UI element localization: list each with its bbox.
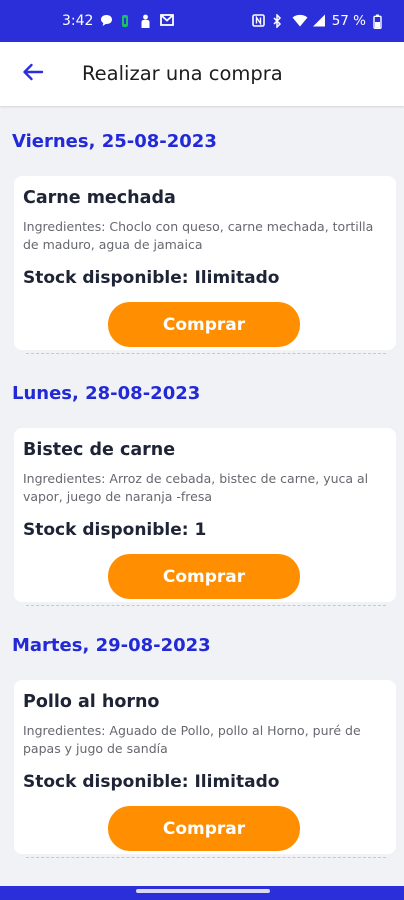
stock-label: Stock disponible: 1 [23,520,207,540]
status-right: 57 % [251,13,386,29]
dish-ingredients: Ingredientes: Choclo con queso, carne me… [23,219,374,252]
chat-icon [100,14,113,28]
menu-card: Carne mechada Ingredientes: Choclo con q… [14,176,396,350]
menu-card: Bistec de carne Ingredientes: Arroz de c… [14,428,396,602]
app-bar: Realizar una compra [0,42,404,106]
navigation-bar [0,886,404,900]
day-header: Viernes, 25-08-2023 [12,131,217,152]
status-left: 3:42 [62,13,175,29]
app-icon [120,14,133,28]
menu-card: Pollo al horno Ingredientes: Aguado de P… [14,680,396,854]
gesture-handle[interactable] [136,889,270,893]
arrow-left-icon [22,63,44,85]
signal-icon [312,14,325,28]
buy-button[interactable]: Comprar [108,806,300,851]
day-header: Lunes, 28-08-2023 [12,383,201,404]
page-title: Realizar una compra [82,62,283,85]
person-icon [140,14,153,28]
buy-button[interactable]: Comprar [108,302,300,347]
stock-label: Stock disponible: Ilimitado [23,772,280,792]
divider [26,857,386,858]
purchase-list[interactable]: Viernes, 25-08-2023 Carne mechada Ingred… [0,106,404,886]
bluetooth-icon [272,14,285,28]
nfc-icon [251,14,265,28]
mail-icon [160,14,175,28]
back-button[interactable] [18,60,48,88]
battery-label: 57 % [331,13,366,29]
dish-ingredients: Ingredientes: Aguado de Pollo, pollo al … [23,723,361,756]
day-header: Martes, 29-08-2023 [12,635,211,656]
wifi-icon [292,14,308,28]
dish-name: Carne mechada [23,188,176,208]
divider [26,605,386,606]
battery-icon [373,14,386,29]
status-bar: 3:42 57 % [0,0,404,42]
divider [26,353,386,354]
status-time: 3:42 [62,13,94,29]
dish-name: Pollo al horno [23,692,160,712]
dish-ingredients: Ingredientes: Arroz de cebada, bistec de… [23,471,369,504]
buy-button[interactable]: Comprar [108,554,300,599]
stock-label: Stock disponible: Ilimitado [23,268,280,288]
dish-name: Bistec de carne [23,440,176,460]
